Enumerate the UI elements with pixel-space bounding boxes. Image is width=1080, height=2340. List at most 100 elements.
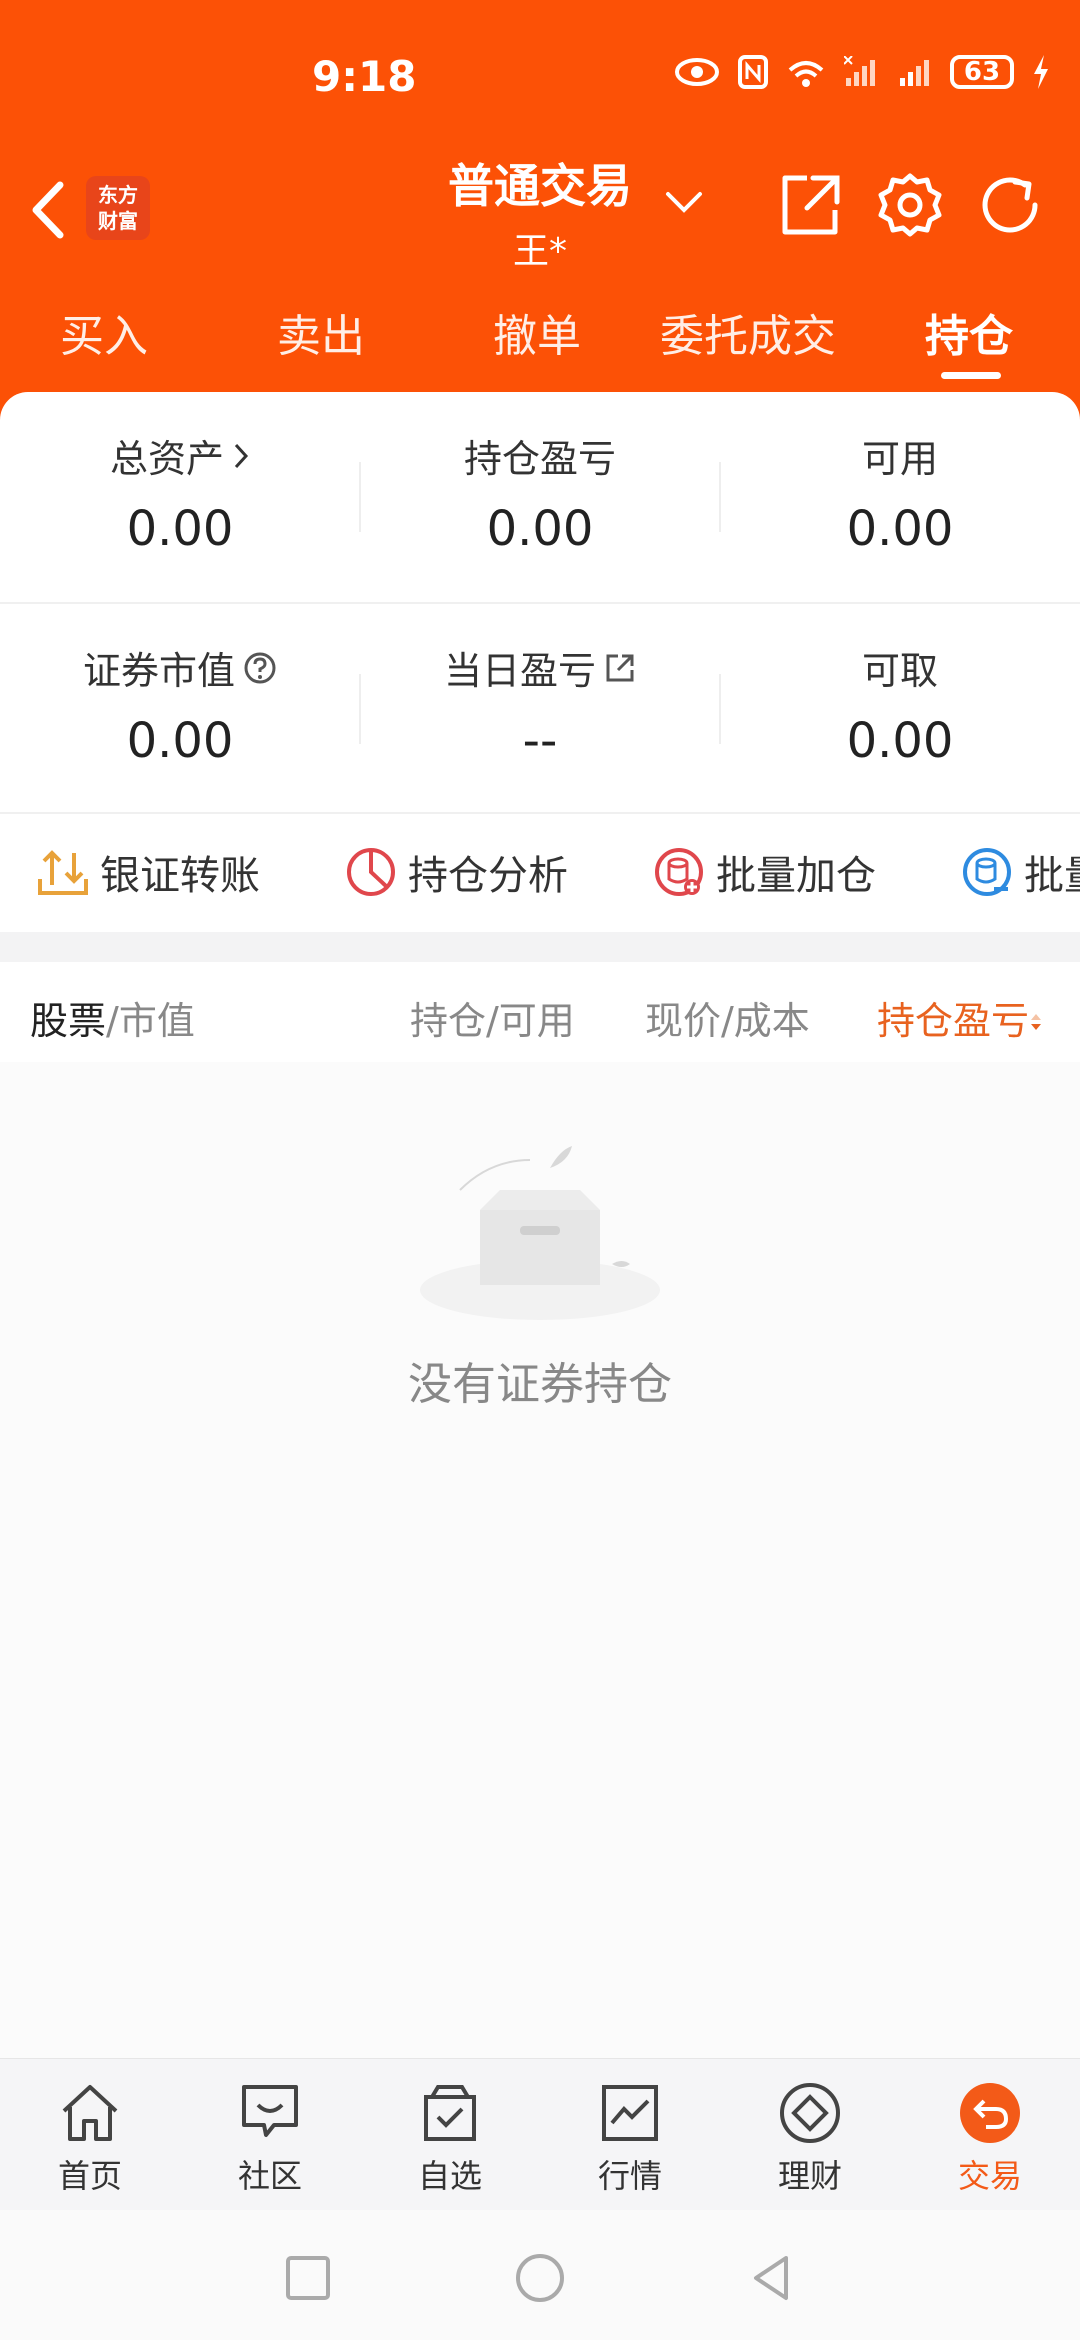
nav-market[interactable]: 行情 [570,2079,690,2197]
gear-icon[interactable] [875,170,945,240]
back-button[interactable] [20,175,80,245]
available-value: 0.00 [846,501,954,557]
withdrawable: 可取 0.00 [720,604,1080,814]
tab-buy[interactable]: 买入 [60,300,148,364]
bank-transfer-icon [38,850,88,895]
logo-line1: 东方 [98,183,138,207]
battery-indicator: 63 [950,55,1014,89]
pie-chart-icon [347,848,395,896]
position-analysis-label: 持仓分析 [408,853,568,899]
bottom-nav: 首页 社区 自选 行情 理财 交易 [0,2058,1080,2211]
column-pnl[interactable]: 持仓盈亏 [877,990,1043,1045]
position-pnl: 持仓盈亏 0.00 [360,392,720,602]
market-value: 证券市值 0.00 [0,604,360,814]
summary-row-1: 总资产 0.00 持仓盈亏 0.00 可用 0.00 [0,392,1080,602]
empty-box-illustration [420,1146,660,1320]
nav-home[interactable]: 首页 [30,2079,150,2197]
bag-check-icon [424,2085,476,2141]
total-assets[interactable]: 总资产 0.00 [0,392,360,602]
tab-positions[interactable]: 持仓 [925,300,1013,364]
tab-orders[interactable]: 委托成交 [660,300,836,364]
column-pnl-label: 持仓盈亏 [877,999,1030,1043]
section-gap [0,932,1080,962]
account-name: 王* [512,231,567,272]
share-icon[interactable] [775,170,845,240]
divider [359,462,361,532]
batch-add-button[interactable]: 批量加仓 [652,843,876,901]
nav-wealth-label: 理财 [777,2157,842,2195]
home-icon [62,2085,118,2141]
eye-icon [675,58,719,86]
nav-wealth[interactable]: 理财 [750,2079,870,2197]
nav-home-label: 首页 [57,2157,122,2195]
nfc-icon [738,55,768,89]
position-analysis-button[interactable]: 持仓分析 [344,843,568,901]
quick-actions: 银证转账 持仓分析 批量加仓 批量 [0,812,1080,932]
withdrawable-value: 0.00 [846,713,954,769]
wifi-icon [788,61,824,87]
back-triangle-icon[interactable] [742,2248,802,2308]
divider [719,674,721,744]
column-stock-label: 股票 [30,999,107,1043]
market-chart-icon [602,2085,658,2141]
batch-add-icon [655,848,703,896]
page-title: 普通交易 [448,159,632,213]
account-switcher[interactable]: 普通交易 王* [430,150,650,274]
status-time: 9:18 [312,52,417,101]
daily-pnl-value: -- [522,713,558,769]
nav-community-label: 社区 [237,2157,302,2195]
external-link-icon [606,654,634,681]
nav-watchlist-label: 自选 [417,2157,482,2195]
market-value-value: 0.00 [126,713,234,769]
position-pnl-value: 0.00 [486,501,594,557]
divider [719,462,721,532]
daily-pnl[interactable]: 当日盈亏 -- [360,604,720,814]
chevron-right-icon [234,443,249,468]
bank-transfer-label: 银证转账 [100,853,260,899]
nav-watchlist[interactable]: 自选 [390,2079,510,2197]
total-assets-label: 总资产 [109,437,224,481]
column-stock[interactable]: 股票/市值 [30,990,195,1045]
brand-logo: 东方 财富 [86,176,150,240]
charging-icon [1034,55,1048,89]
chat-icon [242,2085,298,2137]
refresh-icon[interactable] [975,170,1045,240]
trade-return-icon [960,2083,1020,2143]
signal-off-icon [844,56,875,86]
nav-trade[interactable]: 交易 [930,2079,1050,2197]
system-navigation-bar [0,2210,1080,2340]
nav-trade-label: 交易 [957,2157,1022,2195]
home-button-icon[interactable] [510,2248,570,2308]
total-assets-value: 0.00 [126,501,234,557]
column-holding[interactable]: 持仓/可用 [410,990,575,1045]
logo-line2: 财富 [98,209,138,233]
app-header: 9:18 63 东方 财富 普通交易 王* 买入 卖出 撤单 委托成交 持仓 [0,0,1080,420]
batch-reduce-label: 批量 [1024,853,1080,899]
sort-icon [1031,1014,1042,1030]
trade-tabs: 买入 卖出 撤单 委托成交 持仓 [0,300,1080,380]
batch-reduce-button[interactable]: 批量 [960,843,1080,901]
tab-cancel[interactable]: 撤单 [493,300,581,364]
available: 可用 0.00 [720,392,1080,602]
divider [359,674,361,744]
active-tab-indicator [941,372,1001,379]
tab-sell[interactable]: 卖出 [277,300,365,364]
summary-row-2: 证券市值 0.00 当日盈亏 -- 可取 0.00 [0,604,1080,814]
batch-add-label: 批量加仓 [716,853,876,899]
daily-pnl-label: 当日盈亏 [443,649,596,693]
bank-transfer-button[interactable]: 银证转账 [36,843,260,901]
status-icons: 63 [674,55,1050,89]
market-value-label: 证券市值 [82,649,235,693]
recent-apps-icon[interactable] [278,2248,338,2308]
empty-message: 没有证券持仓 [408,1359,672,1410]
position-pnl-label: 持仓盈亏 [463,437,616,481]
column-price[interactable]: 现价/成本 [645,990,810,1045]
nav-market-label: 行情 [597,2157,662,2195]
help-icon[interactable] [243,651,277,685]
withdrawable-label: 可取 [861,649,938,693]
nav-community[interactable]: 社区 [210,2079,330,2197]
diamond-icon [780,2083,840,2143]
column-market-value-label: /市值 [106,999,195,1043]
positions-list-header: 股票/市值 持仓/可用 现价/成本 持仓盈亏 [0,962,1080,1062]
chevron-down-icon[interactable] [664,188,704,218]
